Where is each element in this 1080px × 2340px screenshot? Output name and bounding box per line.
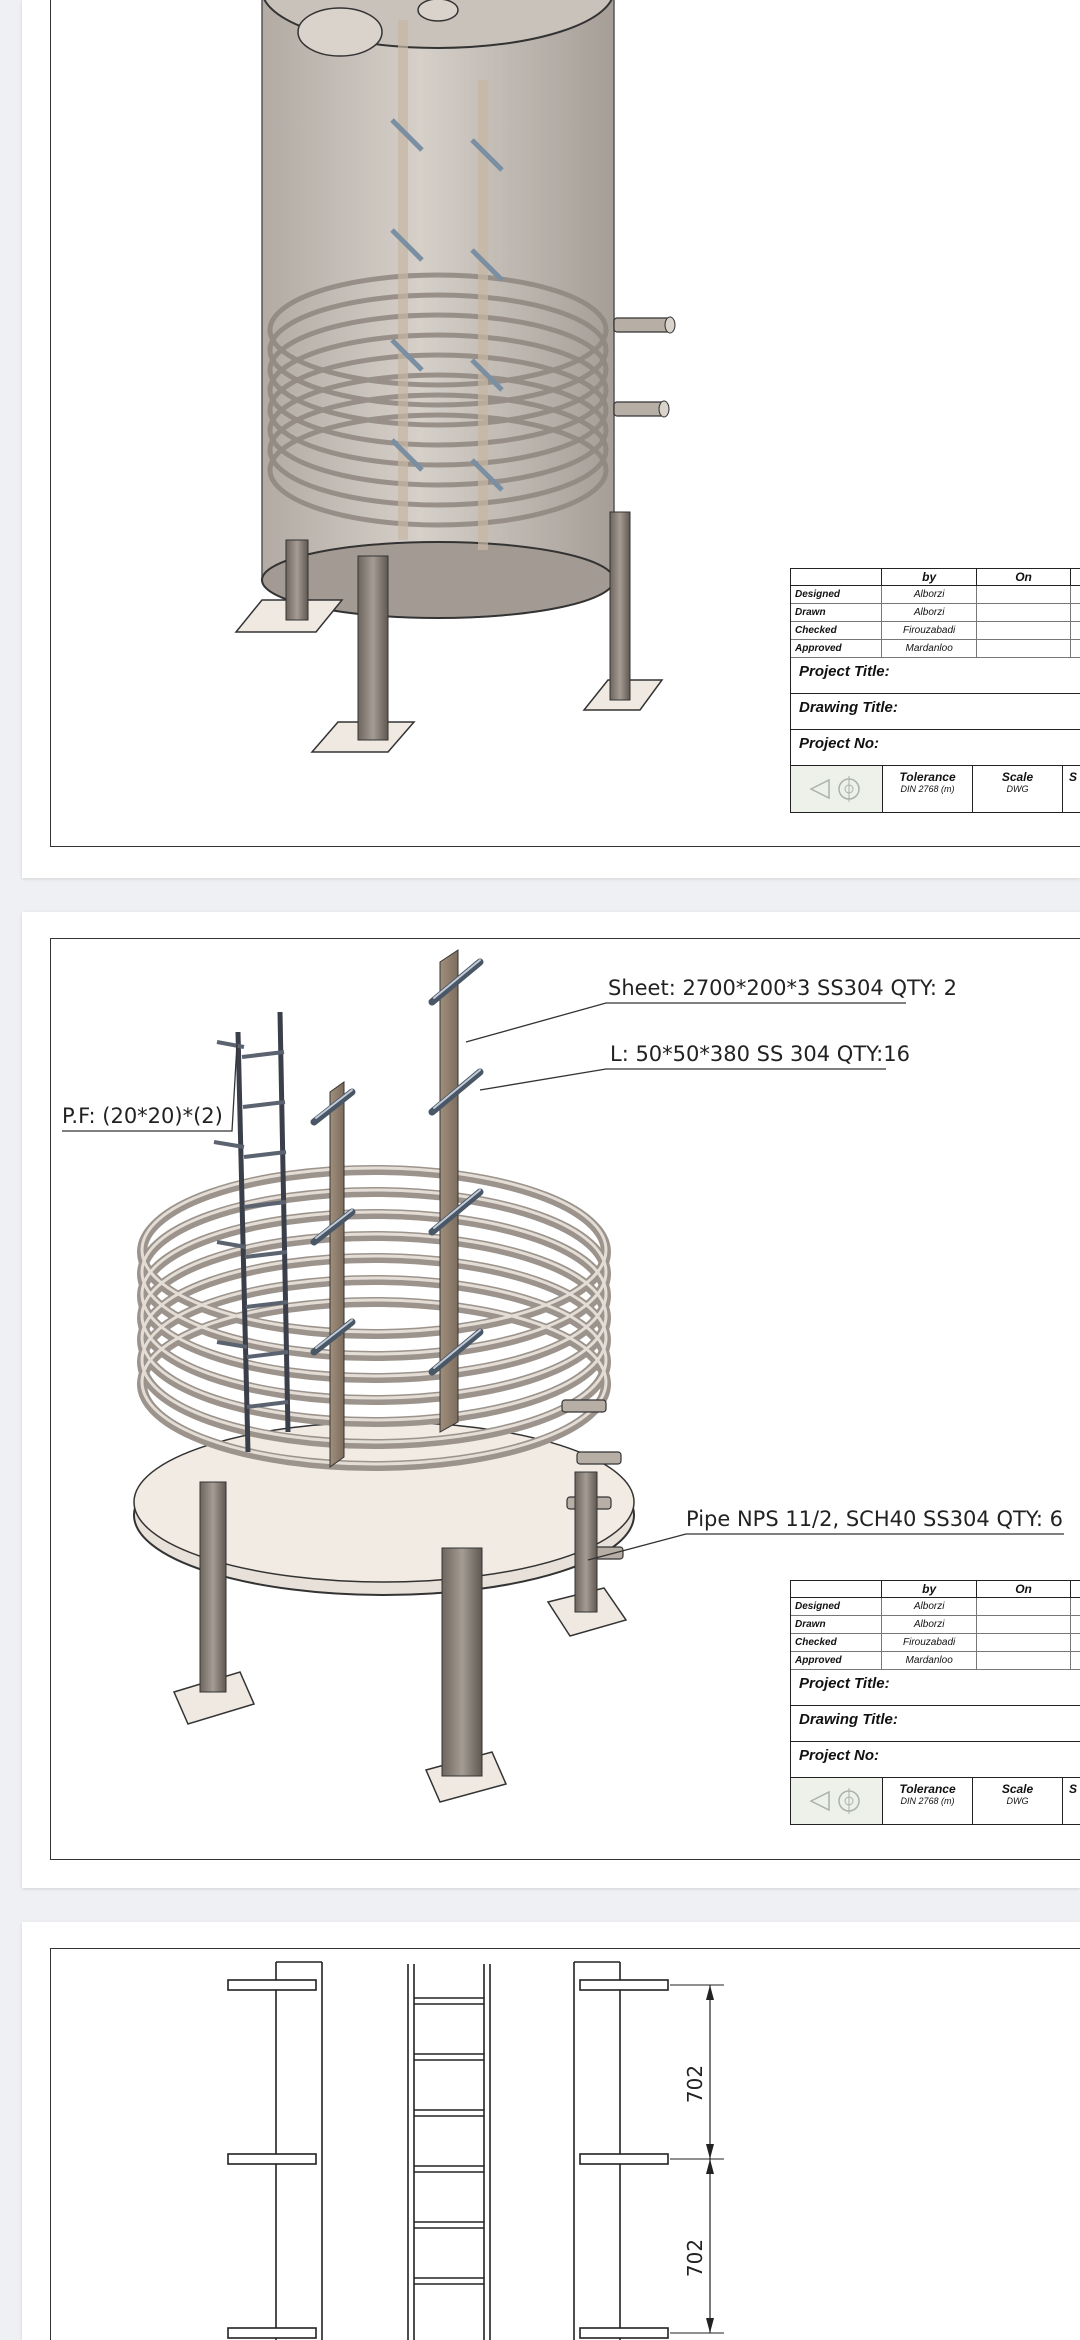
projection-symbol-icon bbox=[791, 1778, 883, 1824]
drawing-title-field: Drawing Title: bbox=[791, 694, 1080, 730]
dimension-lower: 702 bbox=[683, 2238, 708, 2278]
title-block: by On Designed Alborzi Drawn Alborzi Checke… bbox=[790, 568, 1080, 813]
project-title-field: Project Title: bbox=[791, 1670, 1080, 1706]
title-block-row: Designed Alborzi bbox=[791, 1598, 1080, 1616]
drawing-page-2: Sheet: 2700*200*3 SS304 QTY: 2 L: 50*50*… bbox=[22, 912, 1080, 1888]
title-block-row: Designed Alborzi bbox=[791, 586, 1080, 604]
drawing-title-field: Drawing Title: bbox=[791, 1706, 1080, 1742]
title-block-row: Checked Firouzabadi bbox=[791, 1634, 1080, 1652]
callout-pipe: Pipe NPS 11/2, SCH40 SS304 QTY: 6 bbox=[686, 1507, 1063, 1531]
dimension-upper: 702 bbox=[683, 2064, 708, 2104]
title-block: by On Designed Alborzi Drawn Alborzi Checke… bbox=[790, 1580, 1080, 1825]
title-block-row: Drawn Alborzi bbox=[791, 1616, 1080, 1634]
title-block-row: Checked Firouzabadi bbox=[791, 622, 1080, 640]
project-no-field: Project No: bbox=[791, 730, 1080, 766]
projection-symbol-icon bbox=[791, 766, 883, 812]
callout-pf: P.F: (20*20)*(2) bbox=[62, 1104, 223, 1128]
callout-angle: L: 50*50*380 SS 304 QTY:16 bbox=[610, 1042, 910, 1066]
drawing-page-1: by On Designed Alborzi Drawn Alborzi Checke… bbox=[22, 0, 1080, 878]
project-title-field: Project Title: bbox=[791, 658, 1080, 694]
callout-sheet: Sheet: 2700*200*3 SS304 QTY: 2 bbox=[608, 976, 957, 1000]
drawing-page-3: 702 702 bbox=[22, 1922, 1080, 2340]
project-no-field: Project No: bbox=[791, 1742, 1080, 1778]
title-block-row: Approved Mardanloo bbox=[791, 640, 1080, 658]
title-block-row: Approved Mardanloo bbox=[791, 1652, 1080, 1670]
title-block-row: Drawn Alborzi bbox=[791, 604, 1080, 622]
elevation-views-drawing bbox=[227, 1961, 724, 2340]
